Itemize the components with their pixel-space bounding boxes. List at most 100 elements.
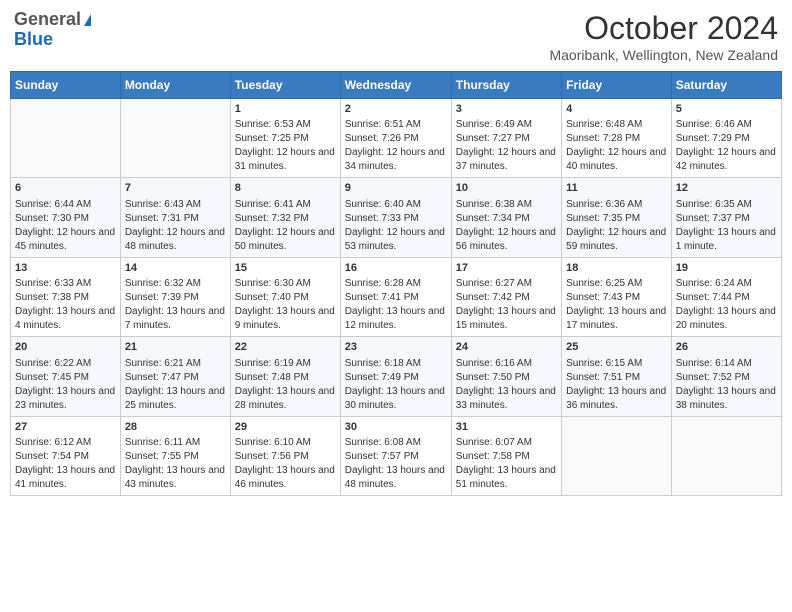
calendar-cell: 1Sunrise: 6:53 AMSunset: 7:25 PMDaylight… <box>230 99 340 178</box>
calendar-cell: 18Sunrise: 6:25 AMSunset: 7:43 PMDayligh… <box>562 257 672 336</box>
cell-sunset: Sunset: 7:33 PM <box>345 212 447 226</box>
cell-daylight: Daylight: 13 hours and 9 minutes. <box>235 305 336 333</box>
cell-sunset: Sunset: 7:42 PM <box>456 291 557 305</box>
calendar-cell: 29Sunrise: 6:10 AMSunset: 7:56 PMDayligh… <box>230 416 340 495</box>
logo-general: General <box>14 10 91 30</box>
calendar-week-row: 27Sunrise: 6:12 AMSunset: 7:54 PMDayligh… <box>11 416 782 495</box>
cell-day-number: 4 <box>566 102 667 117</box>
cell-day-number: 29 <box>235 420 336 435</box>
cell-sunrise: Sunrise: 6:49 AM <box>456 118 557 132</box>
cell-day-number: 30 <box>345 420 447 435</box>
cell-sunrise: Sunrise: 6:28 AM <box>345 277 447 291</box>
cell-sunrise: Sunrise: 6:22 AM <box>15 357 116 371</box>
cell-sunrise: Sunrise: 6:24 AM <box>676 277 777 291</box>
logo-triangle-icon <box>84 14 91 26</box>
cell-day-number: 21 <box>125 340 226 355</box>
day-header-wednesday: Wednesday <box>340 72 451 99</box>
calendar-cell <box>11 99 121 178</box>
day-header-friday: Friday <box>562 72 672 99</box>
calendar-week-row: 6Sunrise: 6:44 AMSunset: 7:30 PMDaylight… <box>11 178 782 257</box>
day-header-saturday: Saturday <box>671 72 781 99</box>
cell-daylight: Daylight: 13 hours and 1 minute. <box>676 226 777 254</box>
cell-day-number: 16 <box>345 261 447 276</box>
cell-sunrise: Sunrise: 6:48 AM <box>566 118 667 132</box>
calendar-cell: 7Sunrise: 6:43 AMSunset: 7:31 PMDaylight… <box>120 178 230 257</box>
cell-sunset: Sunset: 7:30 PM <box>15 212 116 226</box>
cell-daylight: Daylight: 12 hours and 42 minutes. <box>676 146 777 174</box>
cell-day-number: 3 <box>456 102 557 117</box>
cell-sunrise: Sunrise: 6:51 AM <box>345 118 447 132</box>
cell-day-number: 18 <box>566 261 667 276</box>
calendar-cell: 9Sunrise: 6:40 AMSunset: 7:33 PMDaylight… <box>340 178 451 257</box>
cell-sunset: Sunset: 7:51 PM <box>566 371 667 385</box>
cell-sunset: Sunset: 7:52 PM <box>676 371 777 385</box>
cell-daylight: Daylight: 13 hours and 7 minutes. <box>125 305 226 333</box>
calendar-cell: 17Sunrise: 6:27 AMSunset: 7:42 PMDayligh… <box>451 257 561 336</box>
calendar-cell: 28Sunrise: 6:11 AMSunset: 7:55 PMDayligh… <box>120 416 230 495</box>
cell-sunset: Sunset: 7:54 PM <box>15 450 116 464</box>
cell-sunset: Sunset: 7:37 PM <box>676 212 777 226</box>
cell-sunrise: Sunrise: 6:35 AM <box>676 198 777 212</box>
cell-day-number: 13 <box>15 261 116 276</box>
calendar-cell: 13Sunrise: 6:33 AMSunset: 7:38 PMDayligh… <box>11 257 121 336</box>
cell-sunset: Sunset: 7:50 PM <box>456 371 557 385</box>
cell-sunset: Sunset: 7:44 PM <box>676 291 777 305</box>
cell-daylight: Daylight: 12 hours and 45 minutes. <box>15 226 116 254</box>
logo-blue-text: Blue <box>14 30 91 50</box>
calendar-cell <box>120 99 230 178</box>
calendar-cell: 24Sunrise: 6:16 AMSunset: 7:50 PMDayligh… <box>451 337 561 416</box>
cell-sunset: Sunset: 7:38 PM <box>15 291 116 305</box>
logo-general-text: General <box>14 9 81 29</box>
cell-sunrise: Sunrise: 6:18 AM <box>345 357 447 371</box>
calendar-cell: 15Sunrise: 6:30 AMSunset: 7:40 PMDayligh… <box>230 257 340 336</box>
cell-day-number: 5 <box>676 102 777 117</box>
calendar-cell: 31Sunrise: 6:07 AMSunset: 7:58 PMDayligh… <box>451 416 561 495</box>
cell-daylight: Daylight: 13 hours and 41 minutes. <box>15 464 116 492</box>
cell-sunrise: Sunrise: 6:32 AM <box>125 277 226 291</box>
cell-daylight: Daylight: 13 hours and 20 minutes. <box>676 305 777 333</box>
cell-day-number: 8 <box>235 181 336 196</box>
calendar-cell: 14Sunrise: 6:32 AMSunset: 7:39 PMDayligh… <box>120 257 230 336</box>
cell-day-number: 11 <box>566 181 667 196</box>
cell-sunrise: Sunrise: 6:43 AM <box>125 198 226 212</box>
cell-sunrise: Sunrise: 6:53 AM <box>235 118 336 132</box>
cell-sunrise: Sunrise: 6:41 AM <box>235 198 336 212</box>
cell-day-number: 2 <box>345 102 447 117</box>
cell-sunset: Sunset: 7:57 PM <box>345 450 447 464</box>
cell-day-number: 12 <box>676 181 777 196</box>
page-title: October 2024 <box>549 10 778 47</box>
cell-sunrise: Sunrise: 6:25 AM <box>566 277 667 291</box>
cell-sunset: Sunset: 7:47 PM <box>125 371 226 385</box>
cell-sunset: Sunset: 7:27 PM <box>456 132 557 146</box>
cell-sunset: Sunset: 7:55 PM <box>125 450 226 464</box>
cell-daylight: Daylight: 13 hours and 23 minutes. <box>15 385 116 413</box>
calendar-cell: 4Sunrise: 6:48 AMSunset: 7:28 PMDaylight… <box>562 99 672 178</box>
day-header-sunday: Sunday <box>11 72 121 99</box>
cell-day-number: 6 <box>15 181 116 196</box>
cell-day-number: 22 <box>235 340 336 355</box>
calendar-table: SundayMondayTuesdayWednesdayThursdayFrid… <box>10 71 782 496</box>
calendar-cell: 3Sunrise: 6:49 AMSunset: 7:27 PMDaylight… <box>451 99 561 178</box>
calendar-cell <box>562 416 672 495</box>
cell-daylight: Daylight: 12 hours and 31 minutes. <box>235 146 336 174</box>
cell-daylight: Daylight: 13 hours and 51 minutes. <box>456 464 557 492</box>
calendar-header-row: SundayMondayTuesdayWednesdayThursdayFrid… <box>11 72 782 99</box>
cell-day-number: 31 <box>456 420 557 435</box>
cell-sunset: Sunset: 7:28 PM <box>566 132 667 146</box>
cell-sunrise: Sunrise: 6:08 AM <box>345 436 447 450</box>
cell-sunrise: Sunrise: 6:27 AM <box>456 277 557 291</box>
cell-sunrise: Sunrise: 6:38 AM <box>456 198 557 212</box>
calendar-week-row: 1Sunrise: 6:53 AMSunset: 7:25 PMDaylight… <box>11 99 782 178</box>
cell-day-number: 25 <box>566 340 667 355</box>
cell-daylight: Daylight: 12 hours and 59 minutes. <box>566 226 667 254</box>
day-header-thursday: Thursday <box>451 72 561 99</box>
cell-daylight: Daylight: 12 hours and 50 minutes. <box>235 226 336 254</box>
cell-day-number: 27 <box>15 420 116 435</box>
cell-day-number: 28 <box>125 420 226 435</box>
cell-daylight: Daylight: 13 hours and 38 minutes. <box>676 385 777 413</box>
cell-sunrise: Sunrise: 6:36 AM <box>566 198 667 212</box>
cell-sunset: Sunset: 7:25 PM <box>235 132 336 146</box>
calendar-cell: 27Sunrise: 6:12 AMSunset: 7:54 PMDayligh… <box>11 416 121 495</box>
cell-daylight: Daylight: 12 hours and 37 minutes. <box>456 146 557 174</box>
cell-sunrise: Sunrise: 6:44 AM <box>15 198 116 212</box>
